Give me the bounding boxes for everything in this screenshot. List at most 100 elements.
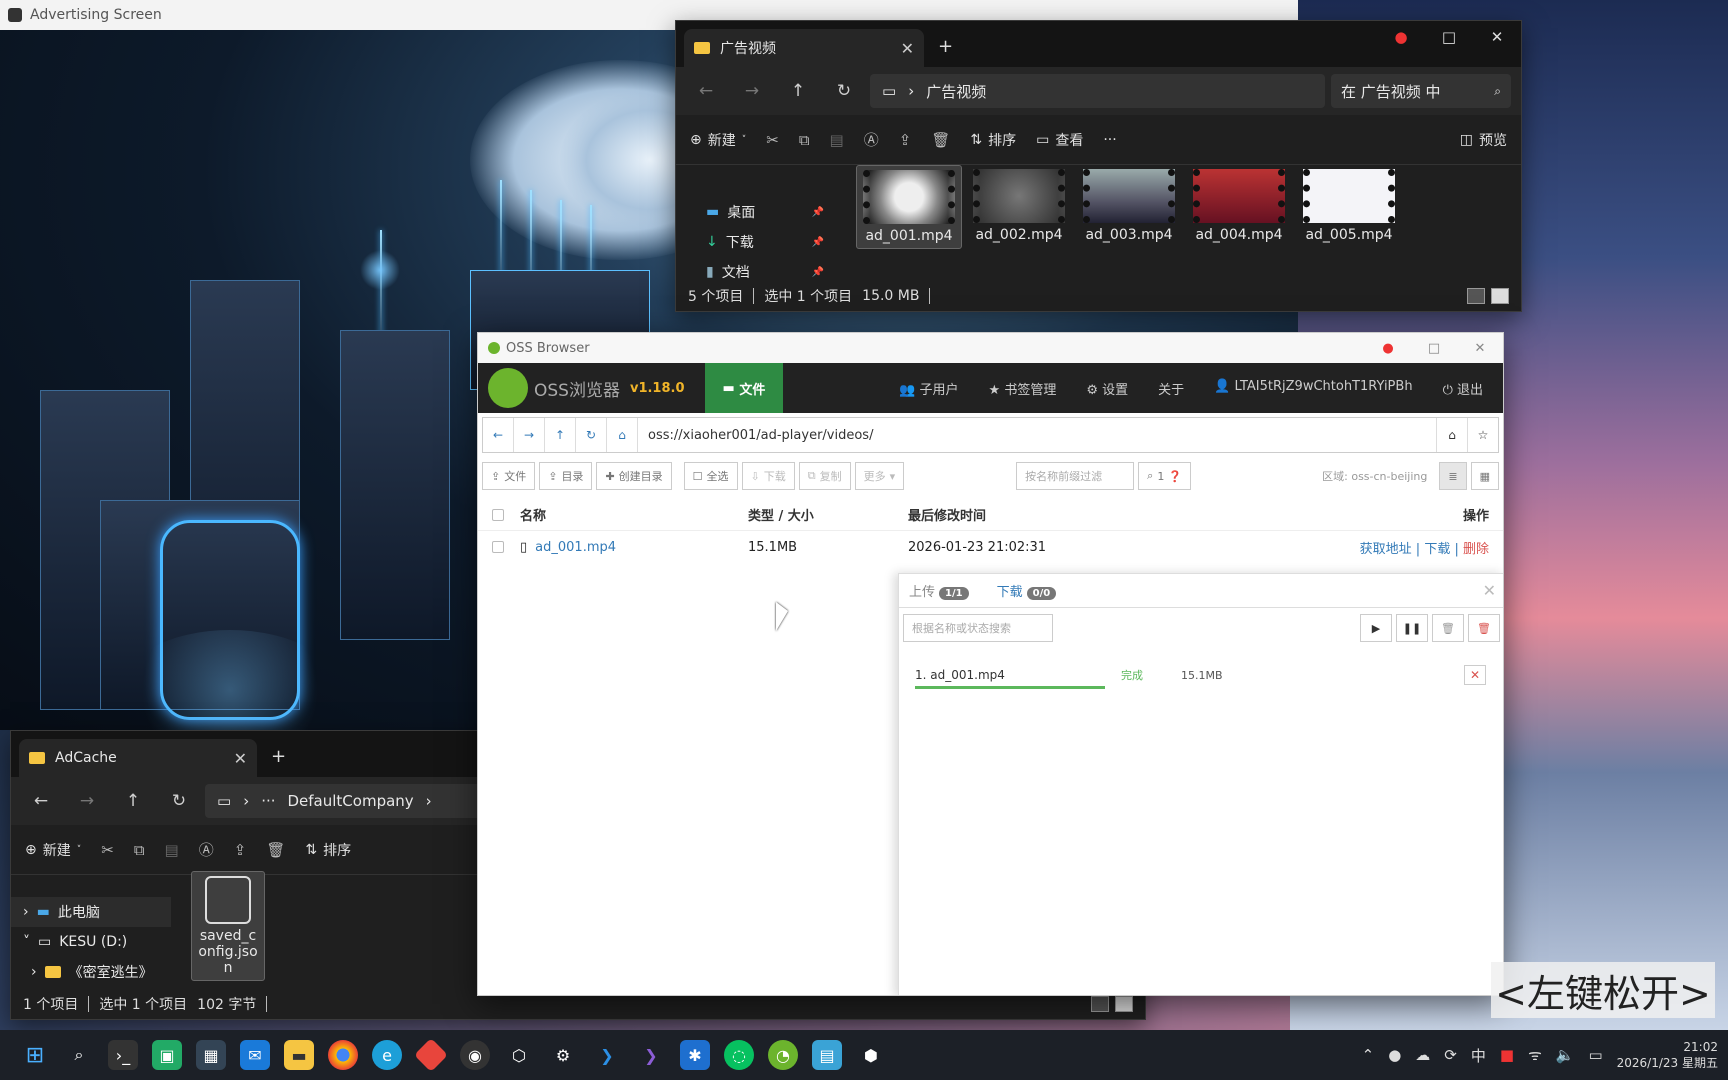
pin-icon[interactable]: 📌 <box>812 267 824 278</box>
file-item[interactable]: ad_002.mp4 <box>966 165 1072 249</box>
new-button[interactable]: ⊕ 新建 ˅ <box>690 130 746 150</box>
tray-app-icon[interactable]: ● <box>1388 1046 1401 1064</box>
refresh-button[interactable]: ↻ <box>824 75 864 107</box>
sidebar-item-downloads[interactable]: ↓ 下载 📌 <box>676 227 836 257</box>
windows-start-icon[interactable]: ⊞ <box>20 1040 50 1070</box>
close-window-button[interactable]: ✕ <box>1473 21 1521 53</box>
settings-gear-icon[interactable]: ⚙ <box>548 1040 578 1070</box>
tree-item-folder[interactable]: › 《密室逃生》 <box>11 957 171 987</box>
start-all-button[interactable]: ▶ <box>1360 614 1392 642</box>
clock[interactable]: 21:02 2026/1/23 星期五 <box>1617 1039 1718 1071</box>
prefix-filter-input[interactable]: 按名称前缀过滤 <box>1016 462 1135 490</box>
edge-icon[interactable]: e <box>372 1040 402 1070</box>
file-explorer-icon[interactable]: ▬ <box>284 1040 314 1070</box>
address-ellipsis[interactable]: ··· <box>261 792 275 810</box>
delete-icon[interactable]: 🗑 <box>266 841 285 859</box>
rename-icon[interactable]: Ⓐ <box>199 839 214 860</box>
volume-icon[interactable]: 🔈 <box>1556 1046 1575 1064</box>
search-icon[interactable]: ⌕ <box>64 1040 94 1070</box>
paste-icon[interactable]: ▤ <box>165 841 179 859</box>
pin-icon[interactable]: ● <box>1377 21 1425 53</box>
more-dropdown[interactable]: 更多 ▾ <box>854 462 905 490</box>
upload-file-button[interactable]: ⇪ 文件 <box>482 462 536 490</box>
maximize-button[interactable]: □ <box>1425 21 1473 53</box>
file-item[interactable]: ad_004.mp4 <box>1186 165 1292 249</box>
path-input[interactable]: oss://xiaoher001/ad-player/videos/ <box>638 428 1436 443</box>
forward-button[interactable]: → <box>732 75 772 107</box>
vscode-icon[interactable]: ❯ <box>592 1040 622 1070</box>
file-item[interactable]: saved_config.json <box>191 871 265 981</box>
delete-icon[interactable]: 🗑 <box>931 131 950 149</box>
copy-icon[interactable]: ⧉ <box>799 131 810 149</box>
unity-hub-icon[interactable]: ⬢ <box>856 1040 886 1070</box>
oss-browser-icon[interactable]: ◔ <box>768 1040 798 1070</box>
cut-icon[interactable]: ✂ <box>101 841 114 859</box>
create-dir-button[interactable]: ✚ 创建目录 <box>596 462 672 490</box>
get-url-link[interactable]: 获取地址 <box>1360 542 1412 557</box>
home-icon[interactable]: ⌂ <box>1436 418 1467 452</box>
wechat-icon[interactable]: ◌ <box>724 1040 754 1070</box>
nav-account[interactable]: 👤 LTAI5tRjZ9wChtohT1RYiPBh <box>1214 379 1412 398</box>
maximize-button[interactable]: □ <box>1411 333 1457 363</box>
pin-icon[interactable]: ● <box>1365 333 1411 363</box>
battery-icon[interactable]: ▭ <box>1588 1046 1602 1064</box>
back-icon[interactable]: ← <box>483 418 514 452</box>
input-method[interactable]: 中 <box>1471 1045 1486 1066</box>
search-button[interactable]: ⌕ 1 ❓ <box>1138 462 1192 490</box>
up-icon[interactable]: ↑ <box>545 418 576 452</box>
share-icon[interactable]: ⇪ <box>899 131 912 149</box>
close-window-button[interactable]: ✕ <box>1457 333 1503 363</box>
download-link[interactable]: 下载 <box>1424 542 1450 557</box>
delete-link[interactable]: 删除 <box>1463 542 1489 557</box>
github-desktop-icon[interactable]: ◉ <box>460 1040 490 1070</box>
oss-browser-window[interactable]: OSS Browser ● □ ✕ OSS浏览器 v1.18.0 ▬ 文件 👥 … <box>477 332 1504 996</box>
tray-app-icon[interactable]: ■ <box>1500 1046 1514 1064</box>
row-checkbox[interactable] <box>492 541 504 553</box>
new-tab-button[interactable]: + <box>271 746 286 767</box>
tab-download[interactable]: 下载 0/0 <box>997 581 1057 600</box>
more-button[interactable]: ··· <box>1103 132 1116 148</box>
bookmark-star-icon[interactable]: ☆ <box>1467 418 1498 452</box>
upload-dir-button[interactable]: ⇪ 目录 <box>539 462 593 490</box>
remove-item-button[interactable]: ✕ <box>1464 665 1486 685</box>
sync-icon[interactable]: ⟳ <box>1444 1046 1457 1064</box>
terminal-icon[interactable]: ›_ <box>108 1040 138 1070</box>
file-item[interactable]: ad_003.mp4 <box>1076 165 1182 249</box>
pin-icon[interactable]: 📌 <box>812 207 824 218</box>
refresh-button[interactable]: ↻ <box>159 785 199 817</box>
cloud-icon[interactable]: ☁ <box>1415 1046 1430 1064</box>
download-button[interactable]: ⇩ 下载 <box>741 462 795 490</box>
git-icon[interactable] <box>414 1038 448 1072</box>
window-title-bar[interactable]: OSS Browser ● □ ✕ <box>478 333 1503 363</box>
nav-logout[interactable]: ⏻ 退出 <box>1443 379 1483 398</box>
close-panel-icon[interactable]: ✕ <box>1483 581 1496 600</box>
view-button[interactable]: ▭ 查看 <box>1036 130 1083 150</box>
table-row[interactable]: ▯ ad_001.mp4 15.1MB 2026-01-23 21:02:31 获… <box>478 531 1503 563</box>
nav-subusers[interactable]: 👥 子用户 <box>899 379 958 398</box>
clear-finished-icon[interactable]: 🗑 <box>1432 614 1464 642</box>
details-view-icon[interactable] <box>1467 288 1485 304</box>
up-button[interactable]: ↑ <box>778 75 818 107</box>
forward-icon[interactable]: → <box>514 418 545 452</box>
copy-button[interactable]: ⧉ 复制 <box>798 462 851 490</box>
copy-icon[interactable]: ⧉ <box>134 841 145 859</box>
back-button[interactable]: ← <box>686 75 726 107</box>
nav-settings[interactable]: ⚙ 设置 <box>1086 379 1128 398</box>
thumbnails-view-icon[interactable] <box>1491 288 1509 304</box>
file-link[interactable]: ad_001.mp4 <box>535 540 616 555</box>
mail-icon[interactable]: ✉ <box>240 1040 270 1070</box>
tree-item-drive[interactable]: ˅ ▭ KESU (D:) <box>11 927 171 957</box>
list-view-icon[interactable]: ≣ <box>1439 462 1467 490</box>
file-explorer-ad-videos[interactable]: 广告视频 ✕ + ● □ ✕ ← → ↑ ↻ ▭ › 广告视频 在 广告视频 中… <box>675 20 1522 312</box>
clear-all-icon[interactable]: 🗑 <box>1468 614 1500 642</box>
close-tab-icon[interactable]: ✕ <box>901 39 914 58</box>
task-app-icon[interactable]: ▣ <box>152 1040 182 1070</box>
sidebar-item-desktop[interactable]: ▬ 桌面 📌 <box>676 197 836 227</box>
select-all-button[interactable]: ☐ 全选 <box>683 462 738 490</box>
home-icon[interactable]: ⌂ <box>607 418 638 452</box>
search-box[interactable]: 在 广告视频 中 ⌕ <box>1331 74 1511 108</box>
nav-files-tab[interactable]: ▬ 文件 <box>704 363 784 413</box>
share-icon[interactable]: ⇪ <box>234 841 247 859</box>
app-store-icon[interactable]: ✱ <box>680 1040 710 1070</box>
cut-icon[interactable]: ✂ <box>766 131 779 149</box>
